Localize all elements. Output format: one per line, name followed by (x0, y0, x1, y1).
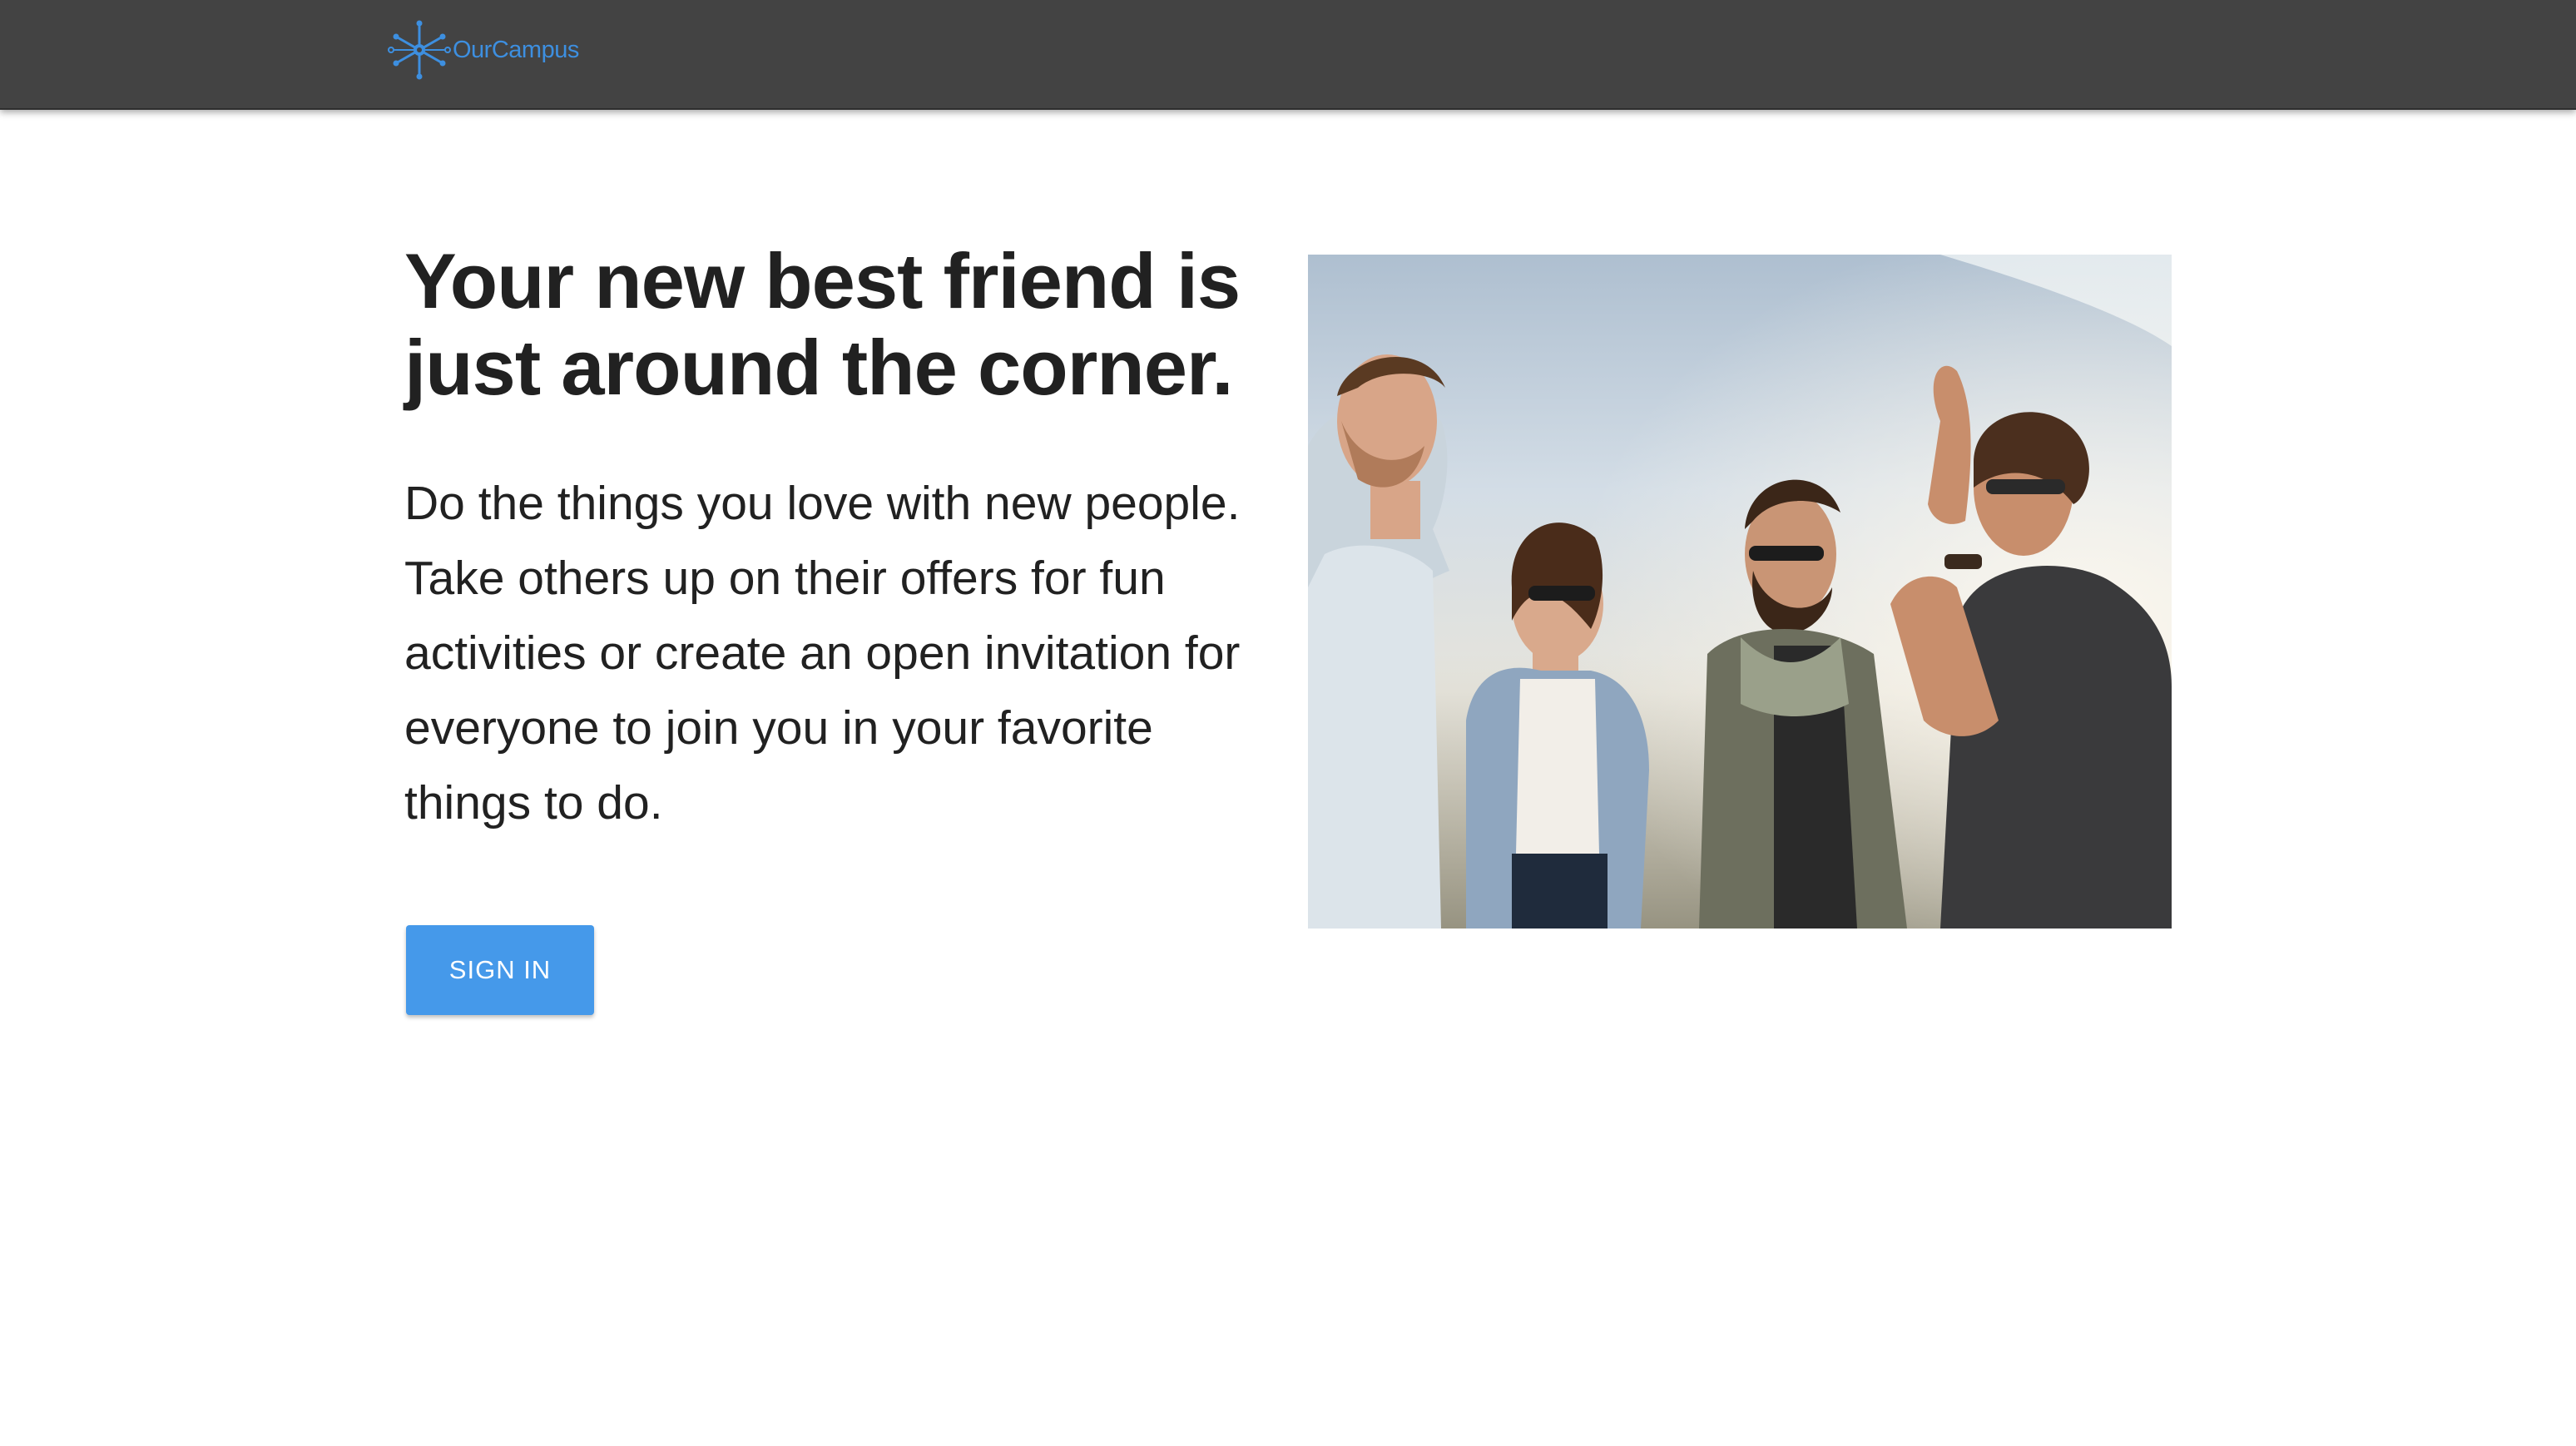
network-snowflake-icon (388, 20, 451, 80)
page-headline: Your new best friend is just around the … (404, 237, 1241, 411)
intro-text: Do the things you love with new people. … (404, 477, 1241, 829)
logo-text: OurCampus (453, 36, 579, 63)
app-bar: OurCampus (0, 0, 2576, 110)
logo-link[interactable]: OurCampus (388, 20, 579, 80)
sign-in-button[interactable]: SIGN IN (406, 925, 594, 1015)
friends-group-photo (1308, 255, 2172, 929)
